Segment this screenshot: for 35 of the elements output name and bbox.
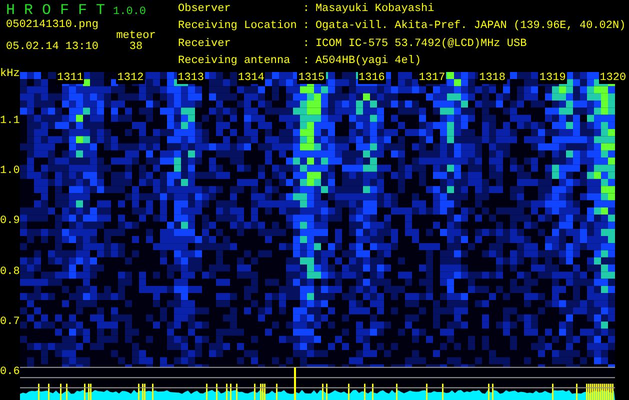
time-label: 1320 (598, 72, 628, 84)
info-label: Receiver (178, 38, 232, 52)
info-separator: : (302, 3, 310, 17)
info-label: Observer (178, 3, 232, 17)
axis-label: 0.6 (0, 367, 20, 378)
info-separator: : (302, 20, 310, 34)
info-separator: : (302, 54, 310, 69)
axis-label: 0.7 (0, 316, 20, 328)
time-label: 1316 (358, 72, 386, 84)
app-name: H R O F F T (6, 2, 106, 19)
info-value: A504HB(yagi 4el) (315, 54, 422, 69)
time-label: 1313 (176, 72, 205, 84)
time-label: 1315 (297, 72, 326, 84)
time-label: 1319 (538, 72, 567, 84)
time-label: 1318 (478, 72, 506, 84)
axis-label: 1.1 (0, 116, 20, 127)
version-number: 1.0.0 (113, 6, 146, 18)
info-label: Receiving antenna (178, 54, 292, 69)
info-value: Masayuki Kobayashi (315, 3, 436, 17)
axis-label: 0.9 (0, 216, 20, 228)
axis-unit: kHz (0, 68, 20, 80)
meteor-label: meteor (115, 31, 157, 42)
time-label: 1311 (56, 72, 84, 84)
info-label: Receiving Location (178, 20, 297, 34)
file-name: 0502141310.png (6, 20, 100, 31)
info-separator: : (302, 38, 310, 52)
axis-label: 0.8 (0, 266, 20, 278)
time-label: 1317 (418, 72, 446, 84)
info-value: ICOM IC-575 53.7492(@LCD)MHz USB (315, 38, 528, 52)
date-time: 05.02.14 13:10 (6, 42, 100, 53)
time-label: 1314 (236, 72, 266, 84)
meteor-count: 38 (128, 42, 144, 53)
axis-label: 1.0 (0, 166, 20, 178)
info-value: Ogata-vill. Akita-Pref. JAPAN (139.96E, 40.02N) (315, 20, 626, 34)
time-label: 1312 (116, 72, 145, 84)
